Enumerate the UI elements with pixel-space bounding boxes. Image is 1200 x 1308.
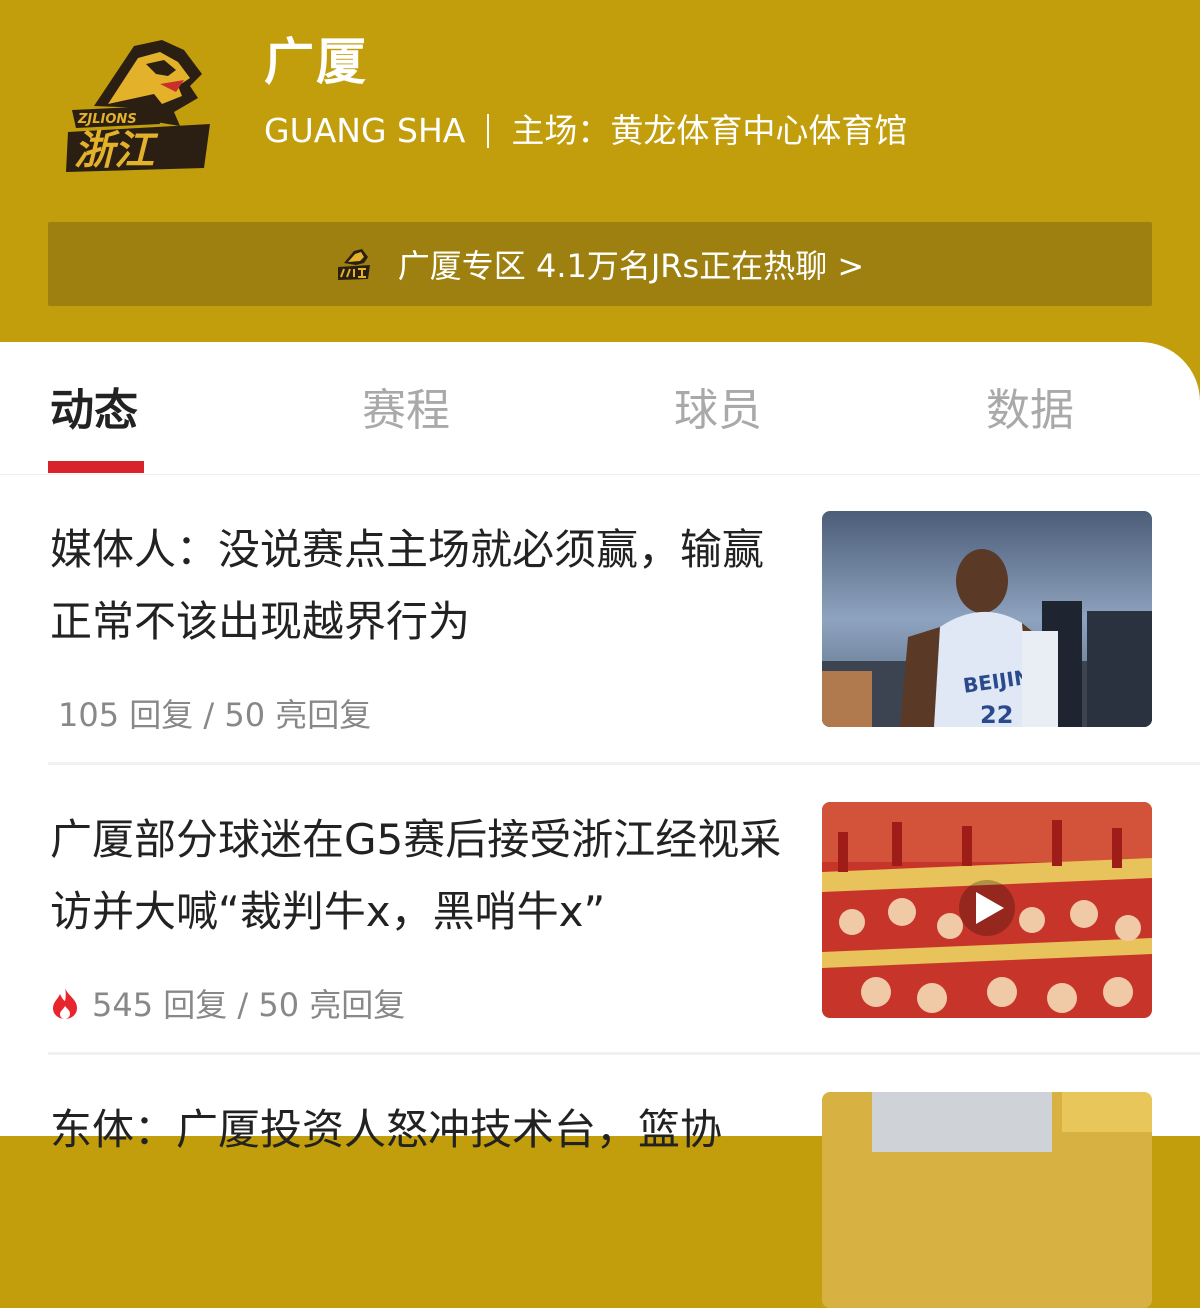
team-header: ZJLIONS 浙江 广厦 GUANG SHA 主场：黄龙体育中心体育馆 广厦专区… <box>0 0 1200 360</box>
news-thumbnail[interactable]: BEIJING 22 <box>822 511 1152 727</box>
tab-news[interactable]: 动态 <box>50 374 138 438</box>
team-zone-link[interactable]: 广厦专区 4.1万名JRs正在热聊 > <box>48 222 1152 306</box>
team-subtitle: GUANG SHA 主场：黄龙体育中心体育馆 <box>264 104 907 152</box>
logo-text: 浙江 <box>74 128 159 174</box>
team-mini-logo-icon <box>337 249 370 280</box>
news-title[interactable]: 东体：广厦投资人怒冲技术台，篮协 <box>50 1094 800 1166</box>
logo-subtext: ZJLIONS <box>77 112 137 127</box>
team-name: 广厦 <box>264 33 368 91</box>
team-logo: ZJLIONS 浙江 <box>66 40 210 174</box>
separator <box>487 114 490 148</box>
tab-schedule[interactable]: 赛程 <box>362 374 450 438</box>
tab-players[interactable]: 球员 <box>674 374 762 438</box>
news-meta-row: 545 回复 / 50 亮回复 <box>50 980 405 1026</box>
news-title[interactable]: 媒体人：没说赛点主场就必须赢，输赢正常不该出现越界行为 <box>50 514 800 658</box>
active-tab-indicator <box>48 461 144 473</box>
news-meta: 105 回复 / 50 亮回复 <box>58 696 372 734</box>
list-divider <box>48 1052 1200 1055</box>
news-thumbnail[interactable] <box>822 802 1152 1018</box>
team-pinyin: GUANG SHA <box>264 111 466 150</box>
thumbnail-jersey-number: 22 <box>980 701 1013 727</box>
news-thumbnail-image <box>822 802 1152 1018</box>
tab-stats[interactable]: 数据 <box>986 374 1074 438</box>
team-zone-text: 广厦专区 4.1万名JRs正在热聊 > <box>397 247 865 285</box>
tab-bar: 动态 赛程 球员 数据 <box>0 342 1200 475</box>
team-venue: 主场：黄龙体育中心体育馆 <box>511 111 908 150</box>
news-thumbnail[interactable] <box>822 1092 1152 1308</box>
list-divider <box>48 762 1200 765</box>
hot-flame-icon <box>53 988 77 1019</box>
main-content: 动态 赛程 球员 数据 媒体人：没说赛点主场就必须赢，输赢正常不该出现越界行为 … <box>0 342 1200 1308</box>
news-title[interactable]: 广厦部分球迷在G5赛后接受浙江经视采访并大喊“裁判牛x，黑哨牛x” <box>50 804 800 948</box>
news-thumbnail-image: BEIJING 22 <box>822 511 1152 727</box>
news-thumbnail-image <box>822 1092 1152 1308</box>
news-meta: 545 回复 / 50 亮回复 <box>92 986 406 1024</box>
